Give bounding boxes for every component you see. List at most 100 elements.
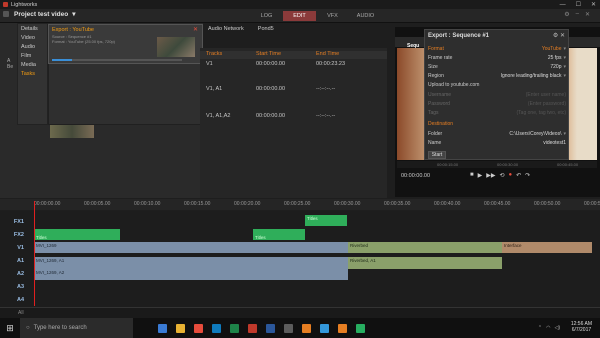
menu-item-video[interactable]: Video (18, 33, 47, 42)
clip-thumbnail[interactable] (50, 125, 94, 138)
table-row[interactable]: V1 00:00:00.00 00:00:23.23 (200, 59, 387, 69)
taskbar-app-icon[interactable] (189, 318, 207, 338)
size-row[interactable]: Size 720p ▾ (428, 62, 566, 71)
notification-icon[interactable]: ⌃ (538, 325, 542, 331)
taskbar-app-icon[interactable] (315, 318, 333, 338)
taskbar-app-icon[interactable] (261, 318, 279, 338)
loop-icon[interactable]: ⟲ (499, 172, 504, 179)
region-row[interactable]: Region Ignore leading/trailing black ▾ (428, 71, 566, 80)
undo-icon[interactable]: ↶ (516, 172, 521, 179)
table-row[interactable]: V1, A1,A2 00:00:00.00 --:--:--.-- (200, 111, 387, 121)
password-row[interactable]: Password (Enter password) (428, 99, 566, 108)
taskbar-app-icon[interactable] (297, 318, 315, 338)
username-row[interactable]: Username (Enter user name) (428, 90, 566, 99)
a2-clip[interactable]: MVI_1269, A2 (34, 269, 348, 280)
taskbar-app-icon[interactable] (207, 318, 225, 338)
menu-item-tasks[interactable]: Tasks (18, 69, 47, 78)
project-title[interactable]: Project test video ▾ (14, 10, 75, 19)
maximize-button[interactable]: ☐ (576, 1, 581, 8)
upload-row[interactable]: Upload to youtube.com (428, 80, 566, 89)
table-row[interactable]: V1, A1 00:00:00.00 --:--:--.-- (200, 84, 387, 94)
app-icon (247, 323, 257, 333)
audio-network-link[interactable]: Audio Network (208, 26, 244, 32)
col-start[interactable]: Start Time (250, 51, 310, 59)
menu-icon[interactable] (3, 11, 9, 17)
v1-clip[interactable]: Riverbed (348, 242, 502, 253)
track-a1[interactable]: A1 (0, 255, 30, 266)
password-field[interactable]: (Enter password) (528, 101, 566, 107)
frame-rate-row[interactable]: Frame rate 25 fps ▾ (428, 53, 566, 62)
tab-edit[interactable]: EDIT (283, 11, 316, 21)
a1-clip[interactable]: Riverbed, A1 (348, 257, 502, 269)
name-field[interactable]: videotest1 (543, 140, 566, 146)
timeline-ruler[interactable]: 00:00:00.00 00:00:05.00 00:00:10.00 00:00:1… (34, 201, 600, 209)
app-icon (157, 323, 167, 333)
track-a4[interactable]: A4 (0, 294, 30, 305)
export-settings-icon[interactable]: ⚙ ✕ (553, 32, 565, 39)
titles-clip[interactable]: Titles (305, 215, 347, 226)
track-fx2[interactable]: FX2 (0, 229, 30, 240)
titles-clip[interactable]: Titles (253, 229, 305, 240)
track-a3[interactable]: A3 (0, 281, 30, 292)
taskbar-app-icon[interactable] (171, 318, 189, 338)
toolbar-right-icons: ⚙ – ✕ (564, 11, 590, 18)
close-icon[interactable]: ✕ (193, 26, 198, 33)
cell-start: 00:00:00.00 (256, 86, 286, 92)
col-tracks[interactable]: Tracks (200, 51, 250, 59)
fast-forward-icon[interactable]: ▶▶ (486, 172, 495, 179)
viewer-timecode[interactable]: 00:00:00.00 (401, 173, 430, 179)
menu-item-film[interactable]: Film (18, 51, 47, 60)
redo-icon[interactable]: ↷ (525, 172, 530, 179)
track-a2[interactable]: A2 (0, 268, 30, 279)
start-button[interactable]: Start (428, 151, 446, 159)
stop-icon[interactable]: ■ (470, 172, 474, 179)
tab-audio[interactable]: AUDIO (349, 11, 382, 21)
col-end[interactable]: End Time (310, 51, 370, 59)
windows-start-icon[interactable]: ⊞ (0, 318, 20, 338)
a1-clip[interactable]: MVI_1269, A1 (34, 257, 348, 269)
menu-item-details[interactable]: Details (18, 24, 47, 33)
name-row[interactable]: Name videotest1 (428, 138, 566, 147)
track-v1[interactable]: V1 (0, 242, 30, 253)
taskbar-clock[interactable]: 12:56 AM 6/7/2017 (571, 321, 592, 333)
taskbar-app-icon[interactable] (153, 318, 171, 338)
taskbar-app-icon[interactable] (243, 318, 261, 338)
v1-clip[interactable]: MVI_1269 (34, 242, 348, 253)
viewer-ruler[interactable]: 00:00:15.00 00:00:30.00 00:00:45.00 (397, 161, 597, 168)
menu-item-media[interactable]: Media (18, 60, 47, 69)
playhead[interactable] (34, 201, 35, 306)
taskbar-app-icon[interactable] (333, 318, 351, 338)
close-button[interactable]: ✕ (591, 1, 596, 8)
username-field[interactable]: (Enter user name) (526, 92, 566, 98)
wifi-icon[interactable]: ◠ (546, 325, 550, 331)
format-row[interactable]: Format YouTube ▾ (428, 44, 566, 53)
v1-clip[interactable]: Interface (502, 242, 592, 253)
taskbar-app-icon[interactable] (225, 318, 243, 338)
minimize-room-icon[interactable]: – (576, 11, 579, 18)
taskbar-app-icon[interactable] (351, 318, 369, 338)
task-format: Format : YouTube (25.00 fps, 720p) (52, 39, 116, 44)
timeline-footer: All (0, 307, 600, 318)
cell-tracks: V1, A1 (206, 86, 223, 92)
taskbar-search[interactable]: ○ Type here to search (20, 318, 133, 338)
tab-log[interactable]: LOG (250, 11, 283, 21)
tags-field[interactable]: (Tag one, tag two, etc) (517, 110, 566, 116)
ruler-tick: 00:00:40.00 (434, 201, 461, 207)
folder-row[interactable]: Folder C:\Users\Corey\Videos\ ▾ (428, 129, 566, 138)
menu-item-audio[interactable]: Audio (18, 42, 47, 51)
pond5-link[interactable]: Pond5 (258, 26, 274, 32)
all-tracks-label[interactable]: All (18, 310, 24, 316)
taskbar-app-icon[interactable] (279, 318, 297, 338)
track-fx1[interactable]: FX1 (0, 216, 30, 227)
record-icon[interactable]: ● (509, 172, 513, 179)
play-icon[interactable]: ▶ (478, 172, 483, 179)
volume-icon[interactable]: ◁) (554, 325, 560, 331)
tags-row[interactable]: Tags (Tag one, tag two, etc) (428, 108, 566, 117)
app-icon (175, 323, 185, 333)
settings-icon[interactable]: ⚙ (564, 11, 569, 18)
close-room-icon[interactable]: ✕ (585, 11, 590, 18)
tab-vfx[interactable]: VFX (316, 11, 349, 21)
titles-clip[interactable]: Titles (34, 229, 120, 240)
ruler-tick: 00:00:30.00 (334, 201, 361, 207)
minimize-button[interactable]: — (560, 2, 566, 8)
